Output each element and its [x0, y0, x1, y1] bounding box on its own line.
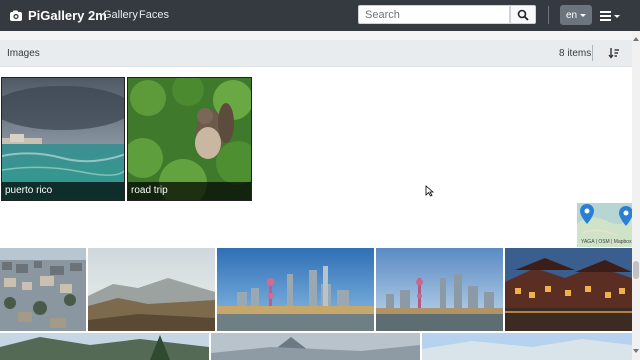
scroll-up-arrow-icon[interactable]	[633, 37, 639, 41]
navbar-divider	[548, 6, 549, 24]
scroll-down-arrow-icon[interactable]	[633, 349, 639, 353]
directory-name: puerto rico	[2, 182, 124, 200]
photo-thumbnail[interactable]	[0, 333, 209, 360]
mouse-cursor-icon	[425, 185, 434, 197]
photo-image	[376, 248, 503, 331]
search-button[interactable]	[510, 5, 536, 24]
scrollbar-thumb[interactable]	[633, 261, 639, 279]
map-preview[interactable]: YAGA | OSM | Mapbox	[577, 203, 632, 247]
photo-image	[505, 248, 632, 331]
photo-image	[88, 248, 215, 331]
chevron-down-icon	[614, 14, 620, 18]
photo-thumbnail[interactable]	[0, 248, 86, 331]
language-dropdown[interactable]: en	[560, 5, 592, 25]
camera-icon	[10, 10, 22, 21]
item-count: 8 items	[559, 48, 592, 59]
hamburger-menu-icon	[600, 9, 611, 23]
map-attribution: YAGA | OSM | Mapbox	[581, 239, 632, 245]
gallery-toolbar: Images 8 items	[0, 40, 632, 67]
toolbar-title: Images	[7, 48, 40, 59]
brand-link[interactable]: PiGallery 2m	[9, 7, 107, 24]
search-input[interactable]	[358, 5, 510, 24]
search-icon	[517, 9, 529, 21]
nav-link-gallery[interactable]: Gallery	[103, 9, 138, 21]
photo-image	[217, 248, 374, 331]
brand-title: PiGallery 2m	[28, 8, 107, 23]
nav-link-faces[interactable]: Faces	[139, 9, 169, 21]
map-pin-icon[interactable]	[619, 206, 632, 226]
navbar-spacer	[0, 31, 640, 40]
directory-card[interactable]: puerto rico	[1, 77, 125, 201]
map-pin-icon[interactable]	[580, 204, 594, 224]
photo-image	[211, 333, 420, 360]
chevron-down-icon	[580, 13, 587, 17]
photo-thumbnail[interactable]	[217, 248, 374, 331]
photo-thumbnail[interactable]	[376, 248, 503, 331]
photo-thumbnail[interactable]	[422, 333, 632, 360]
directory-name: road trip	[128, 182, 251, 200]
page-scrollbar[interactable]	[632, 31, 640, 360]
top-navbar: PiGallery 2m Gallery Faces en	[0, 0, 640, 31]
photo-image	[0, 248, 86, 331]
photo-image	[0, 333, 209, 360]
photo-image	[422, 333, 632, 360]
photo-thumbnail[interactable]	[211, 333, 420, 360]
photo-thumbnail[interactable]	[505, 248, 632, 331]
directory-card[interactable]: road trip	[127, 77, 252, 201]
menu-dropdown[interactable]	[600, 9, 620, 23]
toolbar-divider	[592, 45, 593, 61]
language-label: en	[565, 9, 578, 21]
photo-thumbnail[interactable]	[88, 248, 215, 331]
sort-icon[interactable]	[608, 47, 620, 59]
